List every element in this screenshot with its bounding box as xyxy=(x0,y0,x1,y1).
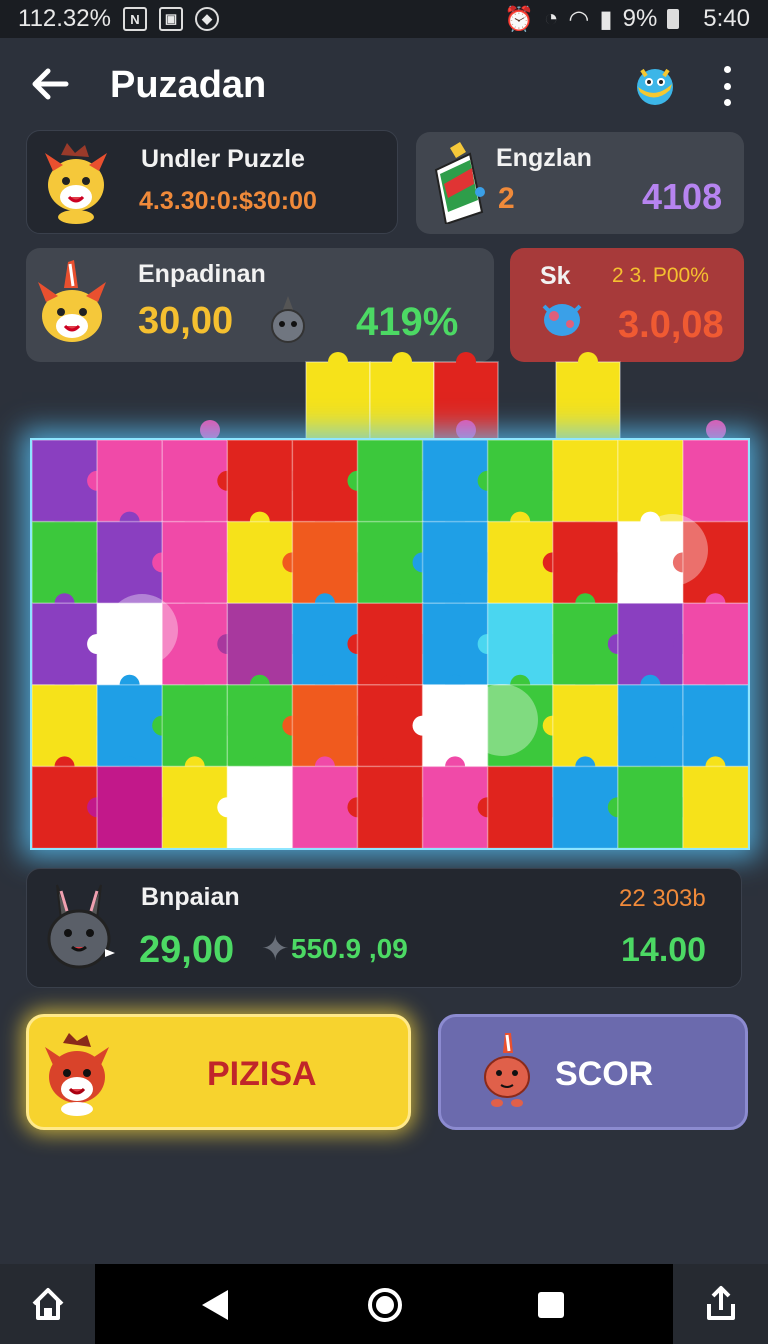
book-icon xyxy=(430,140,488,229)
card-value-3: 14.00 xyxy=(621,931,707,969)
puzzle-piece[interactable] xyxy=(305,361,371,441)
alarm-icon: ⏰ xyxy=(504,5,534,33)
sk-card[interactable]: Sk 2 3. P00% 3.0,08 xyxy=(510,248,744,362)
play-button[interactable]: PIZISA xyxy=(26,1014,411,1130)
top-bar: Puzadan xyxy=(0,38,768,130)
blob-icon xyxy=(538,296,586,345)
circle-home-icon xyxy=(368,1288,402,1322)
puzzle-piece[interactable] xyxy=(369,361,435,441)
card-title: Bnpaian xyxy=(141,883,240,911)
nav-home-button[interactable] xyxy=(366,1286,404,1329)
score-button-label: SCOR xyxy=(555,1055,654,1093)
home-button[interactable] xyxy=(0,1264,95,1344)
more-options-icon[interactable] xyxy=(715,66,739,106)
glow-spot xyxy=(466,684,538,756)
puzzle-piece[interactable] xyxy=(682,684,748,768)
card-right-value: 4108 xyxy=(642,176,723,217)
timer-icon: ◔ xyxy=(543,5,559,32)
card-title: Undler Puzzle xyxy=(141,145,305,173)
puzzle-piece[interactable] xyxy=(682,602,748,687)
puzzle-piece[interactable] xyxy=(682,765,748,848)
card-top-value: 2 3. P00% xyxy=(612,264,709,287)
share-button[interactable] xyxy=(673,1264,768,1344)
monster-avatar-icon[interactable] xyxy=(630,60,680,110)
undler-puzzle-card[interactable]: Undler Puzzle 4.3.30:0:$30:00 xyxy=(26,130,398,234)
enpadinan-card[interactable]: Enpadinan 30,00 419% xyxy=(26,248,494,362)
card-value-2: 550.9 ,09 xyxy=(291,933,408,964)
mole-icon xyxy=(266,294,310,351)
battery-percent: 9% xyxy=(622,5,658,32)
nav-back-button[interactable] xyxy=(198,1288,232,1327)
card-title: Enpadinan xyxy=(138,260,266,288)
home-icon xyxy=(32,1288,63,1320)
shield-icon: ◆ xyxy=(194,7,219,31)
status-text: 112.32% xyxy=(18,5,111,32)
card-left-value: 2 xyxy=(498,182,515,215)
navigation-bar xyxy=(0,1264,768,1344)
card-value-1: 30,00 xyxy=(138,300,234,342)
signal-icon: ▮ xyxy=(599,5,613,33)
wifi-icon: ◠ xyxy=(568,5,590,33)
puzzle-piece[interactable] xyxy=(682,440,748,523)
status-bar: 112.32% N ▣ ◆ ⏰ ◔ ◠ ▮ 9% 5:40 xyxy=(0,0,768,38)
card-title: Sk xyxy=(540,262,571,290)
glow-spot xyxy=(636,514,708,586)
puzzle-piece[interactable] xyxy=(433,361,499,441)
fox-mascot-icon xyxy=(41,1031,113,1122)
card-title: Engzlan xyxy=(496,144,592,172)
nav-recents-button[interactable] xyxy=(536,1290,566,1325)
rabbit-mascot-icon xyxy=(39,877,119,982)
image-icon: ▣ xyxy=(158,7,183,31)
share-icon xyxy=(706,1286,735,1320)
engzlan-card[interactable]: Engzlan 2 4108 xyxy=(416,132,744,234)
fox-mascot-icon xyxy=(41,141,111,230)
card-value: 3.0,08 xyxy=(618,304,724,346)
triangle-back-icon xyxy=(202,1290,228,1320)
card-value-1: 29,00 xyxy=(139,929,235,971)
puzzle-knob xyxy=(706,420,726,440)
n-icon: N xyxy=(122,7,147,31)
square-recents-icon xyxy=(538,1292,564,1318)
fox-mascot-icon xyxy=(34,258,110,355)
creature-icon xyxy=(479,1031,535,1116)
clock: 5:40 xyxy=(703,5,750,32)
puzzle-knob xyxy=(200,420,220,440)
puzzle-board[interactable] xyxy=(30,438,750,850)
puzzle-piece[interactable] xyxy=(555,361,621,441)
glow-spot xyxy=(106,594,178,666)
page-title: Puzadan xyxy=(110,64,267,106)
puzzle-knob xyxy=(456,420,476,440)
back-arrow-icon[interactable] xyxy=(30,64,70,104)
card-top-right-value: 22 303b xyxy=(619,885,706,912)
score-button[interactable]: SCOR xyxy=(438,1014,748,1130)
play-button-label: PIZISA xyxy=(207,1055,317,1093)
star-icon: ✦ xyxy=(261,930,290,968)
card-value-2: 419% xyxy=(356,300,459,344)
card-value: 4.3.30:0:$30:00 xyxy=(139,187,317,215)
bnpaian-card[interactable]: Bnpaian 29,00 ✦ 550.9 ,09 22 303b 14.00 xyxy=(26,868,742,988)
battery-icon xyxy=(667,9,680,29)
